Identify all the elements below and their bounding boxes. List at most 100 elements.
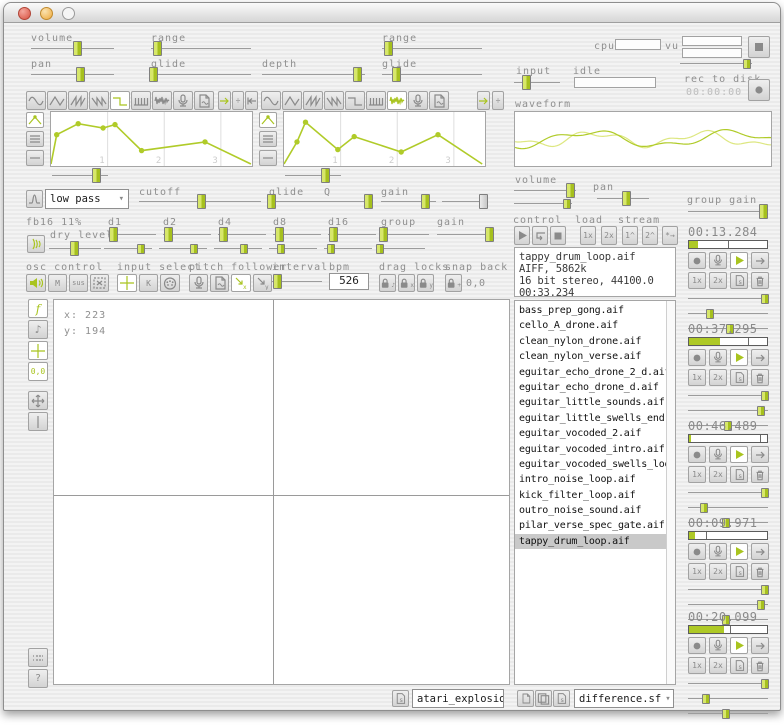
group-mic-button[interactable] xyxy=(709,446,727,463)
osc1-glide-slider[interactable] xyxy=(149,67,251,82)
load-1x-button[interactable]: 1x xyxy=(580,226,596,245)
group-play-button[interactable] xyxy=(730,543,748,560)
filter-gain-slider[interactable] xyxy=(381,194,436,209)
trash-icon[interactable] xyxy=(751,369,769,386)
vu-stop-button[interactable] xyxy=(748,36,770,58)
group-advance-button[interactable] xyxy=(751,446,769,463)
file-list-item[interactable]: eguitar_vocoded_intro.aif xyxy=(515,442,666,457)
file-list-item[interactable]: outro_noise_sound.aif xyxy=(515,503,666,518)
osc2-saw-up-wave-button[interactable] xyxy=(303,91,323,110)
osc2-glide-slider[interactable] xyxy=(382,67,482,82)
group-slider-1[interactable] xyxy=(688,676,769,691)
group-load-2x-button[interactable]: 2x xyxy=(709,466,727,483)
stream-1x-button[interactable]: 1^ xyxy=(622,226,638,245)
vu-level-slider[interactable] xyxy=(680,56,752,71)
d16-aux-slider[interactable] xyxy=(324,241,372,256)
list-sound-file-button[interactable]: s xyxy=(553,690,570,707)
d16-slider[interactable] xyxy=(328,227,376,242)
file-list-item[interactable]: intro_noise_loop.aif xyxy=(515,472,666,487)
trash-icon[interactable] xyxy=(751,657,769,674)
osc2-triangle-wave-button[interactable] xyxy=(282,91,302,110)
xy-pad-canvas[interactable]: x: 223 y: 194 xyxy=(53,299,510,685)
trash-icon[interactable] xyxy=(751,466,769,483)
osc1-comb-wave-button[interactable] xyxy=(131,91,151,110)
speaker-icon[interactable] xyxy=(26,274,46,292)
group-sound-file-button[interactable]: s xyxy=(730,272,748,289)
mute-button[interactable]: M xyxy=(48,274,67,292)
osc1-flat-mode-button[interactable] xyxy=(26,150,44,166)
interval-slider[interactable] xyxy=(272,274,322,289)
file-list-item[interactable]: pilar_verse_spec_gate.aif xyxy=(515,518,666,533)
osc1-mic-button[interactable] xyxy=(173,91,193,110)
osc1-noise-wave-button[interactable] xyxy=(152,91,172,110)
list-file-select[interactable]: difference.sf ▾ xyxy=(574,689,674,708)
file-list-item[interactable]: eguitar_vocoded_swells_loop.a xyxy=(515,457,666,472)
canvas-sound-file-button[interactable]: s xyxy=(392,690,409,707)
group-play-button[interactable] xyxy=(730,349,748,366)
group-slider-2[interactable] xyxy=(688,306,768,321)
input-slider[interactable] xyxy=(514,75,560,90)
record-button[interactable] xyxy=(748,79,770,101)
crosshair-tool-button[interactable] xyxy=(28,341,48,360)
d1-slider[interactable] xyxy=(108,227,156,242)
osc2-sine-wave-button[interactable] xyxy=(261,91,281,110)
osc2-envelope-display[interactable]: 1 2 3 xyxy=(283,111,486,167)
new-document-button[interactable] xyxy=(517,690,534,707)
group-slider-2[interactable] xyxy=(688,691,768,706)
filter-type-select[interactable]: low pass ▾ xyxy=(45,189,129,209)
file-list-item[interactable]: clean_nylon_drone.aif xyxy=(515,334,666,349)
osc1-range-slider[interactable] xyxy=(151,41,251,56)
osc2-noise-wave-button[interactable] xyxy=(387,91,407,110)
group-gain-slider[interactable] xyxy=(688,204,768,219)
stream-all-button[interactable]: *→ xyxy=(662,226,678,245)
play-button[interactable] xyxy=(514,226,530,245)
trash-icon[interactable] xyxy=(751,272,769,289)
sustain-button[interactable]: sus xyxy=(69,274,88,292)
delay-gain-slider[interactable] xyxy=(437,227,495,242)
osc1-pan-slider[interactable] xyxy=(31,67,114,82)
file-list-item[interactable]: bass_prep_gong.aif xyxy=(515,303,666,318)
file-list-item[interactable]: eguitar_echo_drone_d.aif xyxy=(515,380,666,395)
group-record-button[interactable] xyxy=(688,446,706,463)
osc2-saw-down-wave-button[interactable] xyxy=(324,91,344,110)
file-list-item[interactable]: clean_nylon_verse.aif xyxy=(515,349,666,364)
group-sound-file-button[interactable]: s xyxy=(730,369,748,386)
group-mic-button[interactable] xyxy=(709,543,727,560)
file-list-scrollbar[interactable] xyxy=(666,301,675,684)
osc1-saw-down-wave-button[interactable] xyxy=(89,91,109,110)
osc1-triangle-wave-button[interactable] xyxy=(47,91,67,110)
osc1-envelope-slider[interactable] xyxy=(52,168,108,183)
group-load-1x-button[interactable]: 1x xyxy=(688,563,706,580)
note-tool-button[interactable]: ♪ xyxy=(28,320,48,339)
q-slider[interactable] xyxy=(321,194,373,209)
group-record-button[interactable] xyxy=(688,543,706,560)
group-progress-bar[interactable] xyxy=(688,337,768,346)
osc2-comb-wave-button[interactable] xyxy=(366,91,386,110)
pitch-mic-button[interactable] xyxy=(189,274,208,292)
sample-volume-aux-slider[interactable] xyxy=(514,196,572,211)
origin-tool-button[interactable]: 0,0 xyxy=(28,362,48,381)
group-advance-button[interactable] xyxy=(751,637,769,654)
follow-y-button[interactable]: y xyxy=(253,274,272,292)
osc2-file-button[interactable] xyxy=(429,91,449,110)
group-load-2x-button[interactable]: 2x xyxy=(709,369,727,386)
release-zone-icon[interactable] xyxy=(90,274,109,292)
group-sound-file-button[interactable]: s xyxy=(730,563,748,580)
filter-glide-slider[interactable] xyxy=(267,194,321,209)
midi-input-icon[interactable] xyxy=(160,274,180,292)
delay-group-aux-slider[interactable] xyxy=(376,241,425,256)
group-load-1x-button[interactable]: 1x xyxy=(688,466,706,483)
group-progress-bar[interactable] xyxy=(688,434,768,443)
canvas-file-select[interactable]: atari_explosio... ▾ xyxy=(412,689,504,708)
file-list-item[interactable]: kick_filter_loop.aif xyxy=(515,488,666,503)
group-play-button[interactable] xyxy=(730,252,748,269)
file-list-item[interactable]: eguitar_little_swells_end.aif xyxy=(515,411,666,426)
zoom-button[interactable] xyxy=(62,7,75,20)
group-load-2x-button[interactable]: 2x xyxy=(709,563,727,580)
snap-lock-button[interactable]: + xyxy=(445,274,462,292)
frequency-tool-button[interactable]: f xyxy=(28,299,48,318)
file-list-item[interactable]: eguitar_little_sounds.aif xyxy=(515,395,666,410)
group-play-button[interactable] xyxy=(730,637,748,654)
d4-aux-slider[interactable] xyxy=(214,241,262,256)
osc2-envelope-slider[interactable] xyxy=(285,168,341,183)
